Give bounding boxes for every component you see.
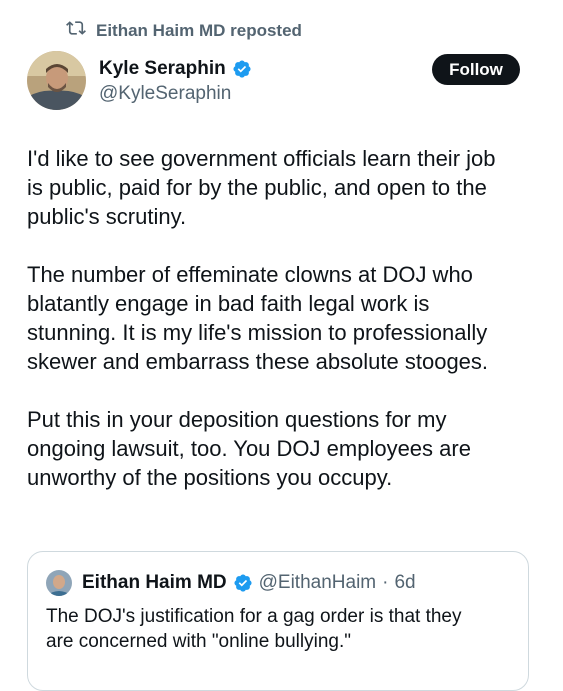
author-handle[interactable]: @KyleSeraphin xyxy=(99,83,252,105)
repost-label: Eithan Haim MD reposted xyxy=(96,20,302,40)
quoted-author-name[interactable]: Eithan Haim MD xyxy=(82,572,227,594)
tweet-paragraph: The number of effeminate clowns at DOJ w… xyxy=(27,262,489,374)
verified-badge-icon xyxy=(233,573,253,593)
quoted-author-handle[interactable]: @EithanHaim xyxy=(259,572,377,594)
quoted-tweet-time[interactable]: 6d xyxy=(394,572,415,594)
author-block: Kyle Seraphin @KyleSeraphin xyxy=(99,58,252,105)
tweet-paragraph: Put this in your deposition questions fo… xyxy=(27,407,471,490)
repost-icon xyxy=(66,18,86,43)
avatar[interactable] xyxy=(27,51,86,110)
quoted-author-avatar[interactable] xyxy=(46,570,72,596)
meta-separator: · xyxy=(382,572,389,593)
quoted-tweet-header: Eithan Haim MD @EithanHaim · 6d xyxy=(46,570,416,596)
quoted-tweet-text: The DOJ's justification for a gag order … xyxy=(46,604,506,654)
quoted-tweet-text-content: The DOJ's justification for a gag order … xyxy=(46,606,462,652)
quoted-tweet-card[interactable]: Eithan Haim MD @EithanHaim · 6d The DOJ'… xyxy=(27,551,529,691)
tweet-text: I'd like to see government officials lea… xyxy=(27,144,539,521)
tweet-paragraph: I'd like to see government officials lea… xyxy=(27,146,496,229)
repost-indicator[interactable]: Eithan Haim MD reposted xyxy=(66,18,302,43)
follow-button[interactable]: Follow xyxy=(432,54,520,85)
author-name[interactable]: Kyle Seraphin xyxy=(99,58,226,80)
verified-badge-icon xyxy=(232,59,252,79)
